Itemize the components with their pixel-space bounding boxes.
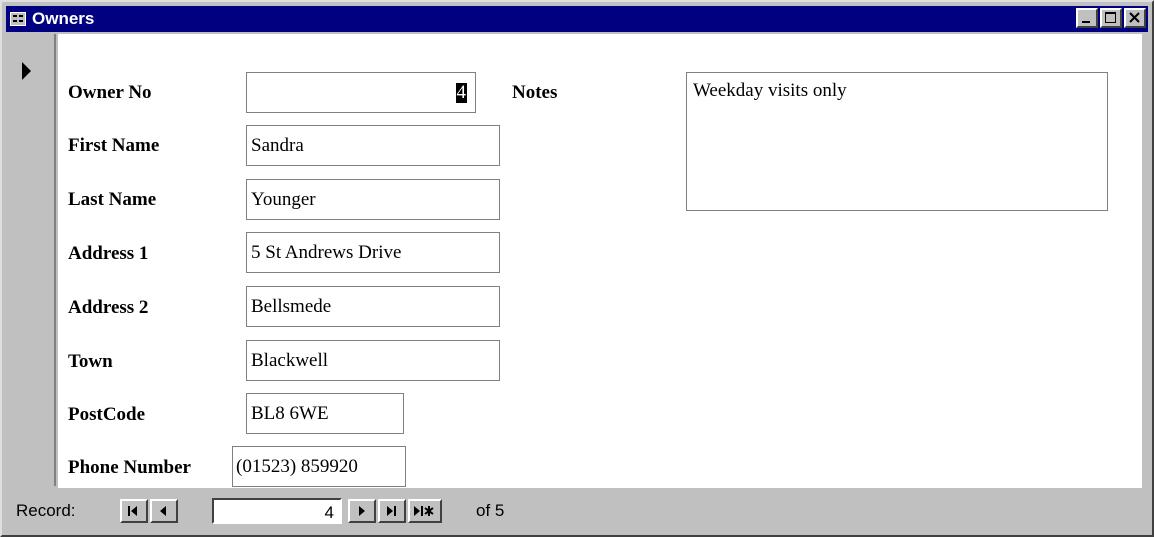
- phone-number-field[interactable]: (01523) 859920: [232, 446, 406, 487]
- close-icon[interactable]: [1124, 8, 1146, 28]
- last-name-label: Last Name: [68, 189, 157, 210]
- title-bar[interactable]: Owners: [6, 6, 1148, 32]
- record-label: Record:: [16, 501, 76, 520]
- record-count: of 5: [476, 501, 505, 520]
- postcode-label: PostCode: [68, 404, 146, 425]
- owner-no-field[interactable]: 4: [246, 72, 476, 113]
- previous-record-button[interactable]: [150, 499, 178, 523]
- phone-number-label: Phone Number: [68, 457, 191, 478]
- current-record-arrow-icon: [22, 62, 31, 80]
- first-name-field[interactable]: Sandra: [246, 125, 500, 166]
- address1-label: Address 1: [68, 243, 149, 264]
- window-title: Owners: [32, 9, 95, 28]
- address1-field[interactable]: 5 St Andrews Drive: [246, 232, 500, 273]
- notes-field[interactable]: Weekday visits only: [686, 72, 1108, 211]
- first-record-button[interactable]: [120, 499, 148, 523]
- address2-label: Address 2: [68, 297, 149, 318]
- first-record-icon: [128, 506, 137, 516]
- first-name-label: First Name: [68, 135, 160, 156]
- form-detail-section: Owner No 4 Notes Weekday visits only Fir…: [58, 34, 1142, 488]
- record-selector[interactable]: [10, 34, 56, 486]
- owner-no-value: 4: [455, 82, 467, 103]
- minimize-icon[interactable]: [1076, 8, 1098, 28]
- next-record-button[interactable]: [348, 499, 376, 523]
- previous-record-icon: [160, 506, 166, 516]
- owner-no-label: Owner No: [68, 82, 152, 103]
- notes-label: Notes: [512, 82, 558, 103]
- postcode-field[interactable]: BL8 6WE: [246, 393, 404, 434]
- last-record-button[interactable]: [378, 499, 406, 523]
- new-record-icon: [414, 506, 434, 516]
- town-field[interactable]: Blackwell: [246, 340, 500, 381]
- next-record-icon: [359, 506, 365, 516]
- last-record-icon: [387, 506, 396, 516]
- address2-field[interactable]: Bellsmede: [246, 286, 500, 327]
- record-navigation-bar: Record: 4 of 5: [10, 491, 1148, 531]
- new-record-button[interactable]: [408, 499, 442, 523]
- town-label: Town: [68, 351, 113, 372]
- current-record-field[interactable]: 4: [212, 498, 342, 524]
- last-name-field[interactable]: Younger: [246, 179, 500, 220]
- owners-form-window: Owners Owner No 4 Notes Weekday visits o…: [0, 0, 1154, 537]
- maximize-icon[interactable]: [1100, 8, 1122, 28]
- form-view-icon[interactable]: [10, 12, 26, 26]
